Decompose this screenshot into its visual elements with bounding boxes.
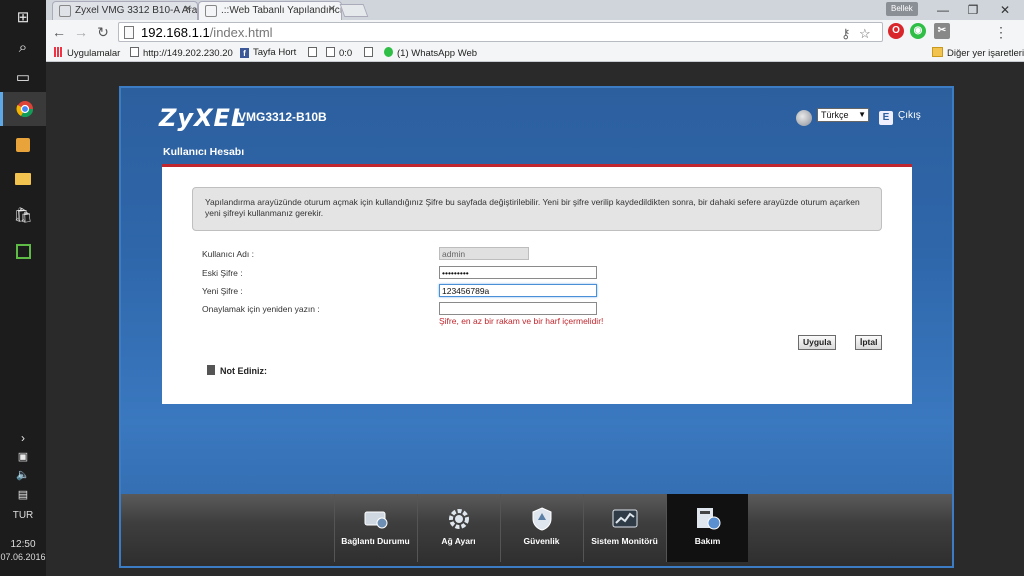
new-tab-button[interactable]	[339, 4, 369, 17]
page-viewport: ZyXEL VMG3312-B10B Türkçe ▼ E Çıkış Kulla…	[46, 62, 1024, 576]
windows-taskbar: ⊞ ⌕ ▭ 🛍 › ▣ 🔈 ▤ TUR 12:50 07.06.2016	[0, 0, 46, 576]
old-password-field[interactable]	[439, 266, 597, 279]
user-account-panel: Yapılandırma arayüzünde oturum açmak içi…	[162, 164, 912, 404]
camtasia-icon[interactable]	[0, 234, 46, 268]
network-settings-icon	[446, 508, 472, 530]
bookmark-tayfa-hort[interactable]: f Tayfa Hort	[240, 47, 296, 58]
confirm-password-label: Onaylamak için yeniden yazın :	[202, 304, 320, 314]
cancel-button[interactable]: İptal	[855, 335, 883, 350]
logout-link[interactable]: E Çıkış	[879, 110, 921, 125]
volume-icon[interactable]: 🔈	[0, 466, 46, 482]
maintenance-icon	[695, 508, 721, 530]
bookmark-whatsapp[interactable]: (1) WhatsApp Web	[384, 47, 477, 59]
back-arrow-icon[interactable]: ←	[50, 23, 68, 41]
page-icon	[326, 47, 335, 57]
info-box: Yapılandırma arayüzünde oturum açmak içi…	[192, 187, 882, 231]
store-icon[interactable]: 🛍	[0, 198, 46, 232]
old-password-label: Eski Şifre :	[202, 268, 243, 278]
menu-security[interactable]: Güvenlik	[500, 494, 582, 562]
clock-date: 07.06.2016	[0, 552, 46, 562]
input-language[interactable]: TUR	[0, 510, 46, 521]
chevron-down-icon: ▼	[858, 110, 866, 119]
url-text[interactable]: 192.168.1.1/index.html	[141, 25, 273, 40]
search-icon[interactable]: ⌕	[0, 30, 46, 64]
username-label: Kullanıcı Adı :	[202, 249, 254, 259]
system-monitor-icon	[612, 508, 638, 530]
notifications-icon[interactable]: ▤	[0, 486, 46, 502]
router-config-frame: ZyXEL VMG3312-B10B Türkçe ▼ E Çıkış Kulla…	[119, 86, 954, 568]
note-heading: Not Ediniz:	[207, 365, 267, 376]
clock-time: 12:50	[10, 539, 36, 550]
security-icon	[529, 507, 555, 531]
profile-chip[interactable]: Bellek	[886, 2, 918, 16]
bookmark-apps[interactable]: Uygulamalar	[54, 47, 120, 59]
other-bookmarks[interactable]: Diğer yer işaretleri	[932, 47, 1024, 59]
connection-status-icon	[363, 508, 389, 530]
apply-button[interactable]: Uygula	[798, 335, 837, 350]
menu-icon[interactable]: ⋮	[992, 23, 1010, 41]
confirm-password-field[interactable]	[439, 302, 597, 315]
close-window-icon[interactable]: ✕	[990, 1, 1020, 19]
password-error-message: Şifre, en az bir rakam ve bir harf içerm…	[439, 316, 604, 326]
bottom-menu: Bağlantı Durumu Ağ Ayarı Güvenlik Sistem…	[121, 494, 952, 566]
forward-arrow-icon[interactable]: →	[72, 23, 90, 41]
maximize-icon[interactable]: ❐	[958, 1, 988, 19]
reload-icon[interactable]: ↻	[94, 23, 112, 41]
bookmark-ip[interactable]: http://149.202.230.20	[130, 47, 233, 59]
chrome-taskbar-icon[interactable]	[0, 92, 46, 126]
close-tab-icon[interactable]: ✕	[328, 4, 336, 15]
apps-grid-icon	[54, 47, 63, 57]
extension-tools-icon[interactable]: ✂	[934, 23, 950, 39]
tab-title: .::Web Tabanlı Yapılandırıcı	[221, 5, 342, 16]
page-icon	[364, 47, 373, 57]
page-title: Kullanıcı Hesabı	[163, 146, 245, 158]
new-password-field[interactable]	[439, 284, 597, 297]
menu-system-monitor[interactable]: Sistem Monitörü	[583, 494, 665, 562]
page-icon	[205, 5, 217, 17]
username-field	[439, 247, 529, 260]
globe-icon	[796, 110, 812, 126]
tab-title: Zyxel VMG 3312 B10-A Arayüz	[75, 5, 198, 16]
document-icon	[207, 365, 215, 375]
bookmark-star-icon[interactable]: ☆	[859, 26, 871, 42]
address-bar[interactable]: 192.168.1.1/index.html ⚷ ☆	[118, 22, 883, 42]
minimize-icon[interactable]: —	[928, 1, 958, 19]
language-dropdown[interactable]: Türkçe ▼	[817, 108, 869, 122]
page-icon	[124, 26, 134, 39]
new-password-label: Yeni Şifre :	[202, 286, 243, 296]
network-tray-icon[interactable]: ▣	[0, 448, 46, 464]
chevron-up-icon[interactable]: ›	[0, 430, 46, 446]
page-icon	[308, 47, 317, 57]
device-model: VMG3312-B10B	[238, 110, 327, 124]
logout-icon: E	[879, 111, 893, 125]
windows-start-icon[interactable]: ⊞	[0, 0, 46, 34]
browser-toolbar: ← → ↻ 192.168.1.1/index.html ⚷ ☆ O ◉ ✂ ⋮	[46, 20, 1024, 44]
extension-green-icon[interactable]: ◉	[910, 23, 926, 39]
bookmark-page[interactable]	[308, 47, 321, 59]
bookmarks-bar: Uygulamalar http://149.202.230.20 f Tayfa…	[46, 44, 1024, 62]
key-icon[interactable]: ⚷	[841, 26, 851, 42]
tab-web-tabanli[interactable]: .::Web Tabanlı Yapılandırıcı ✕	[198, 1, 342, 20]
task-view-icon[interactable]: ▭	[0, 60, 46, 94]
zyxel-logo: ZyXEL	[159, 104, 248, 132]
bookmark-00[interactable]: 0:0	[326, 47, 352, 59]
whatsapp-icon	[384, 47, 393, 57]
file-explorer-icon[interactable]	[0, 162, 46, 196]
tab-zyxel-arayuz[interactable]: Zyxel VMG 3312 B10-A Arayüz ✕	[52, 1, 198, 20]
page-icon	[130, 47, 139, 57]
page-icon	[59, 5, 71, 17]
bookmark-page-2[interactable]	[364, 47, 377, 59]
media-player-icon[interactable]	[0, 128, 46, 162]
browser-window: Zyxel VMG 3312 B10-A Arayüz ✕ .::Web Tab…	[46, 0, 1024, 576]
facebook-icon: f	[240, 48, 249, 58]
menu-maintenance[interactable]: Bakım	[666, 494, 748, 562]
folder-icon	[932, 47, 943, 57]
opera-extension-icon[interactable]: O	[888, 23, 904, 39]
menu-network-settings[interactable]: Ağ Ayarı	[417, 494, 499, 562]
close-tab-icon[interactable]: ✕	[184, 4, 192, 15]
tab-strip: Zyxel VMG 3312 B10-A Arayüz ✕ .::Web Tab…	[46, 0, 1024, 20]
menu-connection-status[interactable]: Bağlantı Durumu	[334, 494, 416, 562]
